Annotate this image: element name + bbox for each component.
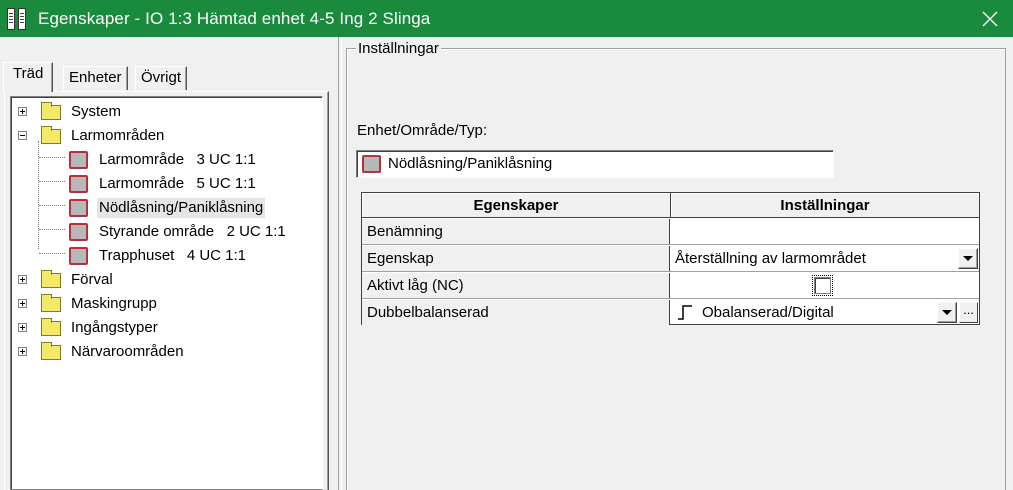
tree-item-area[interactable]: Larmområde 5 UC 1:1 <box>11 173 311 195</box>
grid-cell-name: Egenskap <box>362 246 670 271</box>
tree-item-label: Larmområde 5 UC 1:1 <box>99 175 256 192</box>
settings-group-title: Inställningar <box>356 40 441 57</box>
folder-icon <box>41 294 61 312</box>
tree-item-area[interactable]: Styrande område 2 UC 1:1 <box>11 221 311 243</box>
expand-icon[interactable] <box>18 275 27 284</box>
folder-open-icon <box>41 126 61 144</box>
expand-icon[interactable] <box>18 299 27 308</box>
grid-cell-name: Benämning <box>362 219 670 244</box>
grid-row-dubbelbalanserad: Dubbelbalanserad Obalanserad/Digital ... <box>362 300 979 326</box>
tree-item-label: Närvaroområden <box>71 343 184 360</box>
egenskap-select[interactable]: Återställning av larmområdet <box>671 246 979 271</box>
tree-item-label: Förval <box>71 271 113 288</box>
tab-trad[interactable]: Träd <box>3 62 54 92</box>
property-grid: Egenskaper Inställningar Benämning Egens… <box>361 192 980 325</box>
aktivt-lag-cell <box>671 273 979 298</box>
ellipsis-button[interactable]: ... <box>959 302 978 323</box>
expand-icon[interactable] <box>18 347 27 356</box>
area-icon <box>69 175 88 193</box>
tree-item-system[interactable]: System <box>11 101 311 123</box>
tree-item-area[interactable]: Trapphuset 4 UC 1:1 <box>11 245 311 267</box>
grid-row-benamning: Benämning <box>362 219 979 245</box>
chevron-down-icon[interactable] <box>937 302 957 323</box>
folder-icon <box>41 102 61 120</box>
tree-item-area[interactable]: Larmområde 3 UC 1:1 <box>11 149 311 171</box>
area-icon <box>69 199 88 217</box>
unit-field: Nödlåsning/Paniklåsning <box>356 150 834 178</box>
tree-item-forval[interactable]: Förval <box>11 269 311 291</box>
window-title: Egenskaper - IO 1:3 Hämtad enhet 4-5 Ing… <box>38 8 431 28</box>
chevron-down-icon[interactable] <box>958 248 978 269</box>
dubbelbalanserad-value: Obalanserad/Digital <box>702 304 834 321</box>
egenskap-value: Återställning av larmområdet <box>675 250 866 267</box>
dubbelbalanserad-select[interactable]: Obalanserad/Digital ... <box>671 300 979 325</box>
tree-view[interactable]: System Larmområden Larmområde 3 UC 1:1 L… <box>10 96 323 490</box>
panel-splitter[interactable] <box>338 37 342 490</box>
grid-row-aktivt-lag: Aktivt låg (NC) <box>362 273 979 299</box>
tab-ovrigt[interactable]: Övrigt <box>135 66 188 90</box>
grid-row-egenskap: Egenskap Återställning av larmområdet <box>362 246 979 272</box>
tree-item-larmomraden[interactable]: Larmområden <box>11 125 311 147</box>
app-icon <box>4 7 34 31</box>
tree-item-label: Trapphuset 4 UC 1:1 <box>99 247 247 264</box>
expand-icon[interactable] <box>18 107 27 116</box>
tree-item-label: Larmområde 3 UC 1:1 <box>99 151 256 168</box>
tree-item-label: Larmområden <box>71 127 165 144</box>
area-icon <box>69 247 88 265</box>
collapse-icon[interactable] <box>18 131 27 140</box>
tree-item-narvaroomraden[interactable]: Närvaroområden <box>11 341 311 363</box>
tree-item-area-selected[interactable]: Nödlåsning/Paniklåsning <box>11 197 311 219</box>
signal-step-icon <box>678 305 692 320</box>
tree-item-ingangstyper[interactable]: Ingångstyper <box>11 317 311 339</box>
grid-cell-name: Aktivt låg (NC) <box>362 273 670 298</box>
grid-cell-name: Dubbelbalanserad <box>362 300 670 325</box>
close-button[interactable] <box>967 0 1013 37</box>
area-icon <box>69 151 88 169</box>
folder-icon <box>41 342 61 360</box>
expand-icon[interactable] <box>18 323 27 332</box>
tab-enheter[interactable]: Enheter <box>63 66 128 90</box>
tree-item-label: Styrande område 2 UC 1:1 <box>99 223 286 240</box>
tree-item-maskingrupp[interactable]: Maskingrupp <box>11 293 311 315</box>
tree-item-label: System <box>71 103 122 120</box>
grid-header-egenskaper: Egenskaper <box>362 193 671 218</box>
unit-label: Enhet/Område/Typ: <box>357 122 488 139</box>
unit-value: Nödlåsning/Paniklåsning <box>388 155 553 172</box>
tree-tab-panel: System Larmområden Larmområde 3 UC 1:1 L… <box>4 91 329 490</box>
grid-header-installningar: Inställningar <box>671 193 979 218</box>
left-panel: Träd Enheter Övrigt System Larmområden L… <box>0 37 338 490</box>
aktivt-lag-checkbox[interactable] <box>812 275 833 296</box>
close-icon <box>982 11 998 26</box>
tree-item-label: Nödlåsning/Paniklåsning <box>97 198 266 218</box>
area-icon <box>362 155 381 173</box>
folder-icon <box>41 318 61 336</box>
tree-item-label: Ingångstyper <box>71 319 158 336</box>
folder-icon <box>41 270 61 288</box>
title-bar: Egenskaper - IO 1:3 Hämtad enhet 4-5 Ing… <box>0 0 1013 37</box>
area-icon <box>69 223 88 241</box>
tree-item-label: Maskingrupp <box>71 295 157 312</box>
benamning-input[interactable] <box>671 219 979 244</box>
